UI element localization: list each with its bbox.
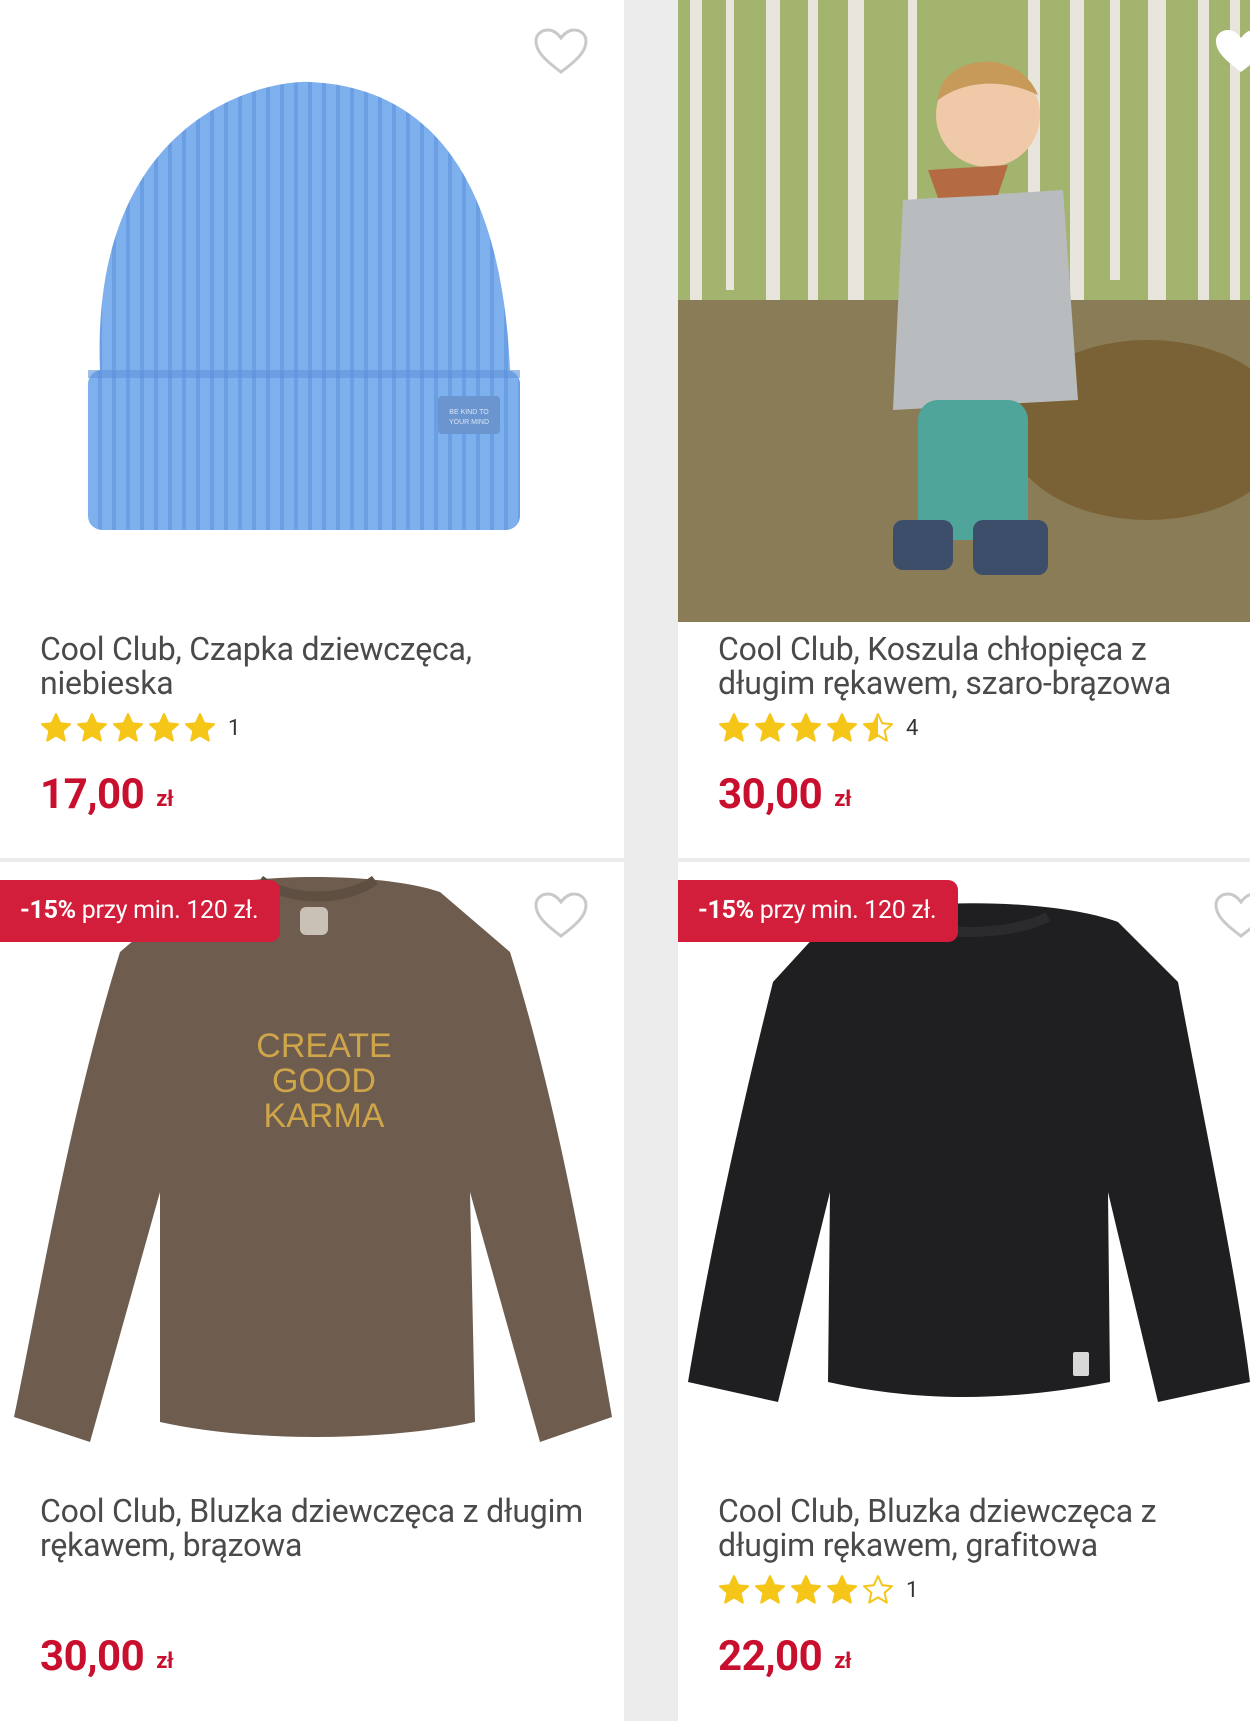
star-full-icon (113, 713, 143, 742)
print-line-3: KARMA (264, 1097, 385, 1135)
heart-icon[interactable] (534, 892, 588, 940)
star-full-icon (719, 713, 749, 742)
brown-sweatshirt-image[interactable]: CREATE GOOD KARMA (0, 862, 624, 1484)
product-card[interactable]: -15% przy min. 120 zł. Cool Club, Bluzka… (678, 862, 1250, 1721)
promo-badge: -15% przy min. 120 zł. (678, 880, 959, 942)
star-empty-icon (863, 1575, 893, 1604)
price: 30,00 zł (718, 770, 852, 819)
print-line-1: CREATE (256, 1027, 391, 1065)
badge-percent: -15% (20, 896, 76, 925)
price-value: 17,00 (40, 770, 145, 819)
heart-icon[interactable] (1214, 28, 1250, 76)
product-grid: BE KIND TO YOUR MIND Cool Club, Czapka d… (0, 0, 1250, 1721)
product-card[interactable]: BE KIND TO YOUR MIND Cool Club, Czapka d… (0, 0, 624, 858)
star-full-icon (77, 713, 107, 742)
currency: zł (834, 1649, 852, 1674)
price-value: 22,00 (718, 1632, 823, 1681)
child-in-forest-image[interactable] (678, 0, 1250, 622)
star-full-icon (791, 1575, 821, 1604)
star-full-icon (185, 713, 215, 742)
product-card[interactable]: CREATE GOOD KARMA -15% przy min. 120 zł.… (0, 862, 624, 1721)
rating-count: 1 (906, 1577, 919, 1603)
product-card[interactable]: Cool Club, Koszula chłopięca z długim rę… (678, 0, 1250, 858)
heart-icon[interactable] (1214, 892, 1250, 940)
price-value: 30,00 (718, 770, 823, 819)
currency: zł (156, 1649, 174, 1674)
badge-percent: -15% (698, 896, 754, 925)
product-title[interactable]: Cool Club, Czapka dziewczęca, niebieska (40, 632, 594, 700)
currency: zł (834, 787, 852, 812)
rating: 1 (718, 1572, 918, 1608)
price: 17,00 zł (40, 770, 174, 819)
star-full-icon (791, 713, 821, 742)
svg-text:YOUR MIND: YOUR MIND (449, 419, 489, 426)
promo-badge: -15% przy min. 120 zł. (0, 880, 281, 942)
rating-count: 4 (906, 715, 919, 741)
star-full-icon (149, 713, 179, 742)
star-full-icon (755, 1575, 785, 1604)
print-line-2: GOOD (272, 1062, 376, 1100)
product-title[interactable]: Cool Club, Koszula chłopięca z długim rę… (718, 632, 1220, 700)
star-full-icon (827, 1575, 857, 1604)
heart-icon[interactable] (534, 28, 588, 76)
rating-count: 1 (228, 715, 241, 741)
badge-text: przy min. 120 zł. (75, 896, 259, 925)
price: 30,00 zł (40, 1632, 174, 1681)
star-full-icon (41, 713, 71, 742)
product-title[interactable]: Cool Club, Bluzka dziewczęca z długim rę… (40, 1494, 594, 1562)
currency: zł (156, 787, 174, 812)
beanie-image[interactable]: BE KIND TO YOUR MIND (0, 0, 624, 622)
price-value: 30,00 (40, 1632, 145, 1681)
star-full-icon (827, 713, 857, 742)
svg-text:BE KIND TO: BE KIND TO (449, 409, 489, 416)
product-title[interactable]: Cool Club, Bluzka dziewczęca z długim rę… (718, 1494, 1220, 1562)
star-full-icon (755, 713, 785, 742)
rating: 1 (40, 710, 240, 746)
black-longsleeve-image[interactable] (678, 862, 1250, 1484)
badge-text: przy min. 120 zł. (753, 896, 937, 925)
star-full-icon (719, 1575, 749, 1604)
price: 22,00 zł (718, 1632, 852, 1681)
rating: 4 (718, 710, 918, 746)
star-half-icon (863, 713, 893, 742)
